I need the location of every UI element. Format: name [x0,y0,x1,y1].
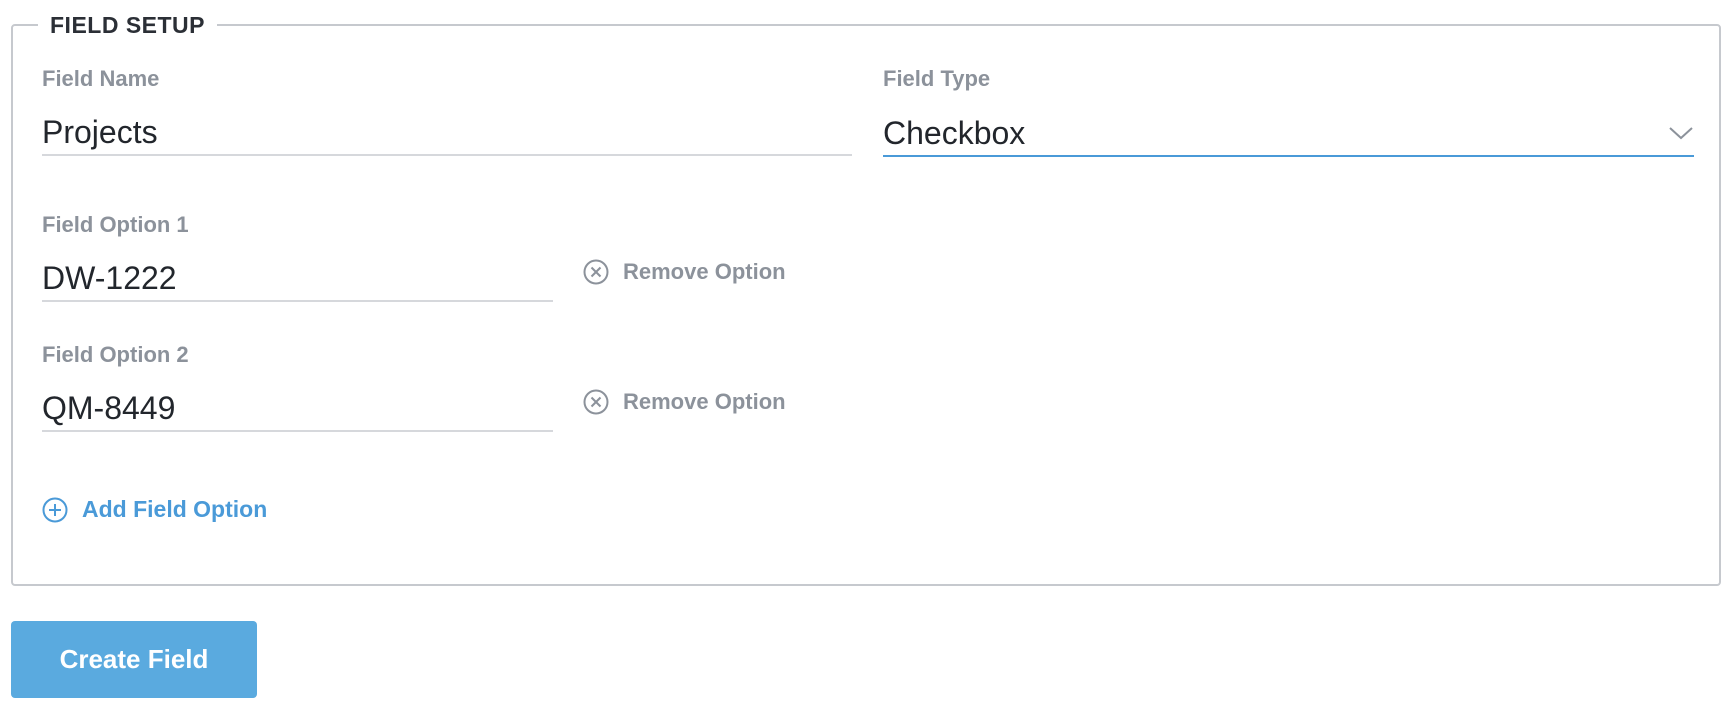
field-option-2-input[interactable]: QM-8449 [42,388,553,432]
remove-option-1-label: Remove Option [623,259,786,284]
field-name-label: Field Name [42,66,160,91]
remove-option-2-label: Remove Option [623,389,786,414]
create-field-button[interactable]: Create Field [11,621,257,698]
field-setup-fieldset [11,24,1721,586]
field-option-1-label: Field Option 1 [42,212,189,237]
remove-option-1-button[interactable]: Remove Option [583,259,786,285]
field-name-input[interactable]: Projects [42,112,852,156]
field-type-value: Checkbox [883,115,1026,151]
add-field-option-label: Add Field Option [82,496,268,522]
field-option-1-input[interactable]: DW-1222 [42,258,553,302]
circle-x-icon [583,389,609,415]
field-setup-legend: FIELD SETUP [38,10,218,40]
field-option-2-label: Field Option 2 [42,342,189,367]
field-type-label: Field Type [883,66,991,91]
circle-x-icon [583,259,609,285]
field-setup-page: FIELD SETUP Field Name Projects Field Ty… [0,0,1734,712]
remove-option-2-button[interactable]: Remove Option [583,389,786,415]
chevron-down-icon [1669,127,1693,140]
circle-plus-icon [42,497,68,522]
add-field-option-button[interactable]: Add Field Option [42,496,267,523]
field-type-select[interactable]: Checkbox [883,113,1694,157]
